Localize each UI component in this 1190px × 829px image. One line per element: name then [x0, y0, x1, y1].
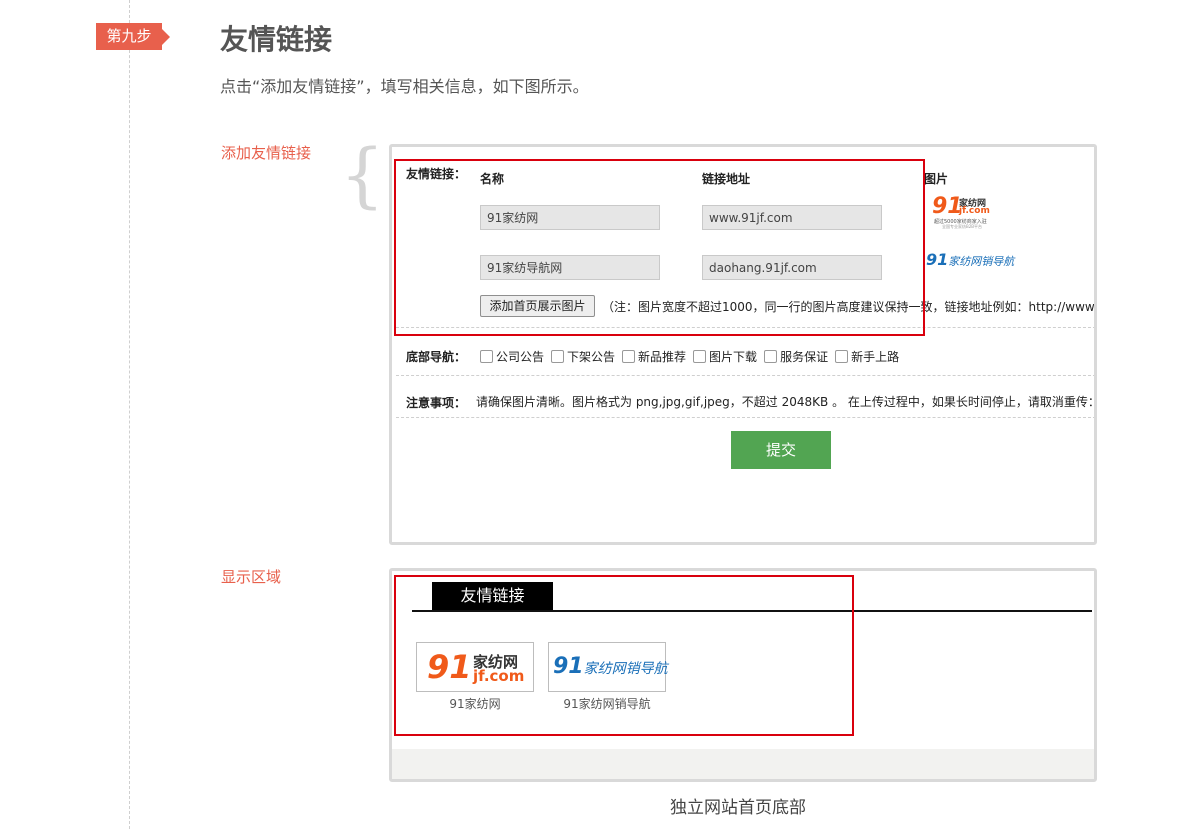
- checkbox-icon[interactable]: [835, 350, 849, 363]
- checkbox-label: 公司公告: [496, 350, 545, 364]
- step-badge-arrow-icon: [162, 29, 170, 45]
- highlight-box-form: [394, 159, 925, 336]
- checkbox-icon[interactable]: [480, 350, 493, 363]
- logo-91daohang-thumbnail[interactable]: 91家纺网销导航: [926, 250, 1016, 272]
- footer-nav-label: 底部导航：: [406, 350, 467, 364]
- page-description: 点击“添加友情链接”，填写相关信息，如下图所示。: [220, 77, 589, 96]
- checkbox-label: 新品推荐: [638, 350, 687, 364]
- checkbox-icon[interactable]: [764, 350, 778, 363]
- checkbox-icon[interactable]: [693, 350, 707, 363]
- step-badge: 第九步: [96, 23, 162, 50]
- logo-91jf-thumbnail[interactable]: 91 家纺网 jf.com 超过5000家纺商家入驻 全国专业家纺B2B平台: [932, 194, 994, 230]
- checkbox-label: 服务保证: [780, 350, 829, 364]
- checkbox-label: 图片下载: [709, 350, 758, 364]
- footer-strip: [392, 749, 1094, 779]
- divider: [396, 417, 1094, 418]
- section-label-display: 显示区域: [221, 568, 282, 586]
- submit-button[interactable]: 提交: [731, 431, 831, 469]
- checkbox-option[interactable]: 下架公告: [551, 348, 615, 365]
- logo-subtitle: 全国专业家纺B2B平台: [942, 224, 983, 229]
- checkbox-label: 下架公告: [567, 350, 616, 364]
- checkbox-icon[interactable]: [551, 350, 565, 363]
- checkbox-option[interactable]: 图片下载: [693, 348, 757, 365]
- brace-icon: {: [340, 134, 385, 216]
- divider: [396, 375, 1094, 376]
- logo-text-bottom: jf.com: [959, 206, 990, 216]
- timeline-dashed-line: [129, 0, 130, 829]
- checkbox-label: 新手上路: [851, 350, 900, 364]
- page-title: 友情链接: [220, 23, 333, 56]
- figure-caption: 独立网站首页底部: [670, 798, 806, 818]
- checkbox-icon[interactable]: [622, 350, 636, 363]
- checkbox-option[interactable]: 新手上路: [835, 348, 899, 365]
- logo-text: 家纺网销导航: [948, 255, 1015, 268]
- checkbox-option[interactable]: 公司公告: [480, 348, 544, 365]
- checkbox-option[interactable]: 新品推荐: [622, 348, 686, 365]
- logo-91-mark: 91: [926, 250, 949, 269]
- footer-nav-checkbox-group: 公司公告 下架公告 新品推荐 图片下载 服务保证 新手上路: [480, 348, 906, 365]
- checkbox-option[interactable]: 服务保证: [764, 348, 828, 365]
- section-label-add: 添加友情链接: [221, 144, 312, 162]
- column-image-header: 图片: [924, 172, 949, 186]
- notice-label: 注意事项：: [406, 396, 467, 410]
- highlight-box-display: [394, 575, 854, 736]
- notice-text: 请确保图片清晰。图片格式为 png,jpg,gif,jpeg，不超过 2048K…: [476, 395, 1097, 409]
